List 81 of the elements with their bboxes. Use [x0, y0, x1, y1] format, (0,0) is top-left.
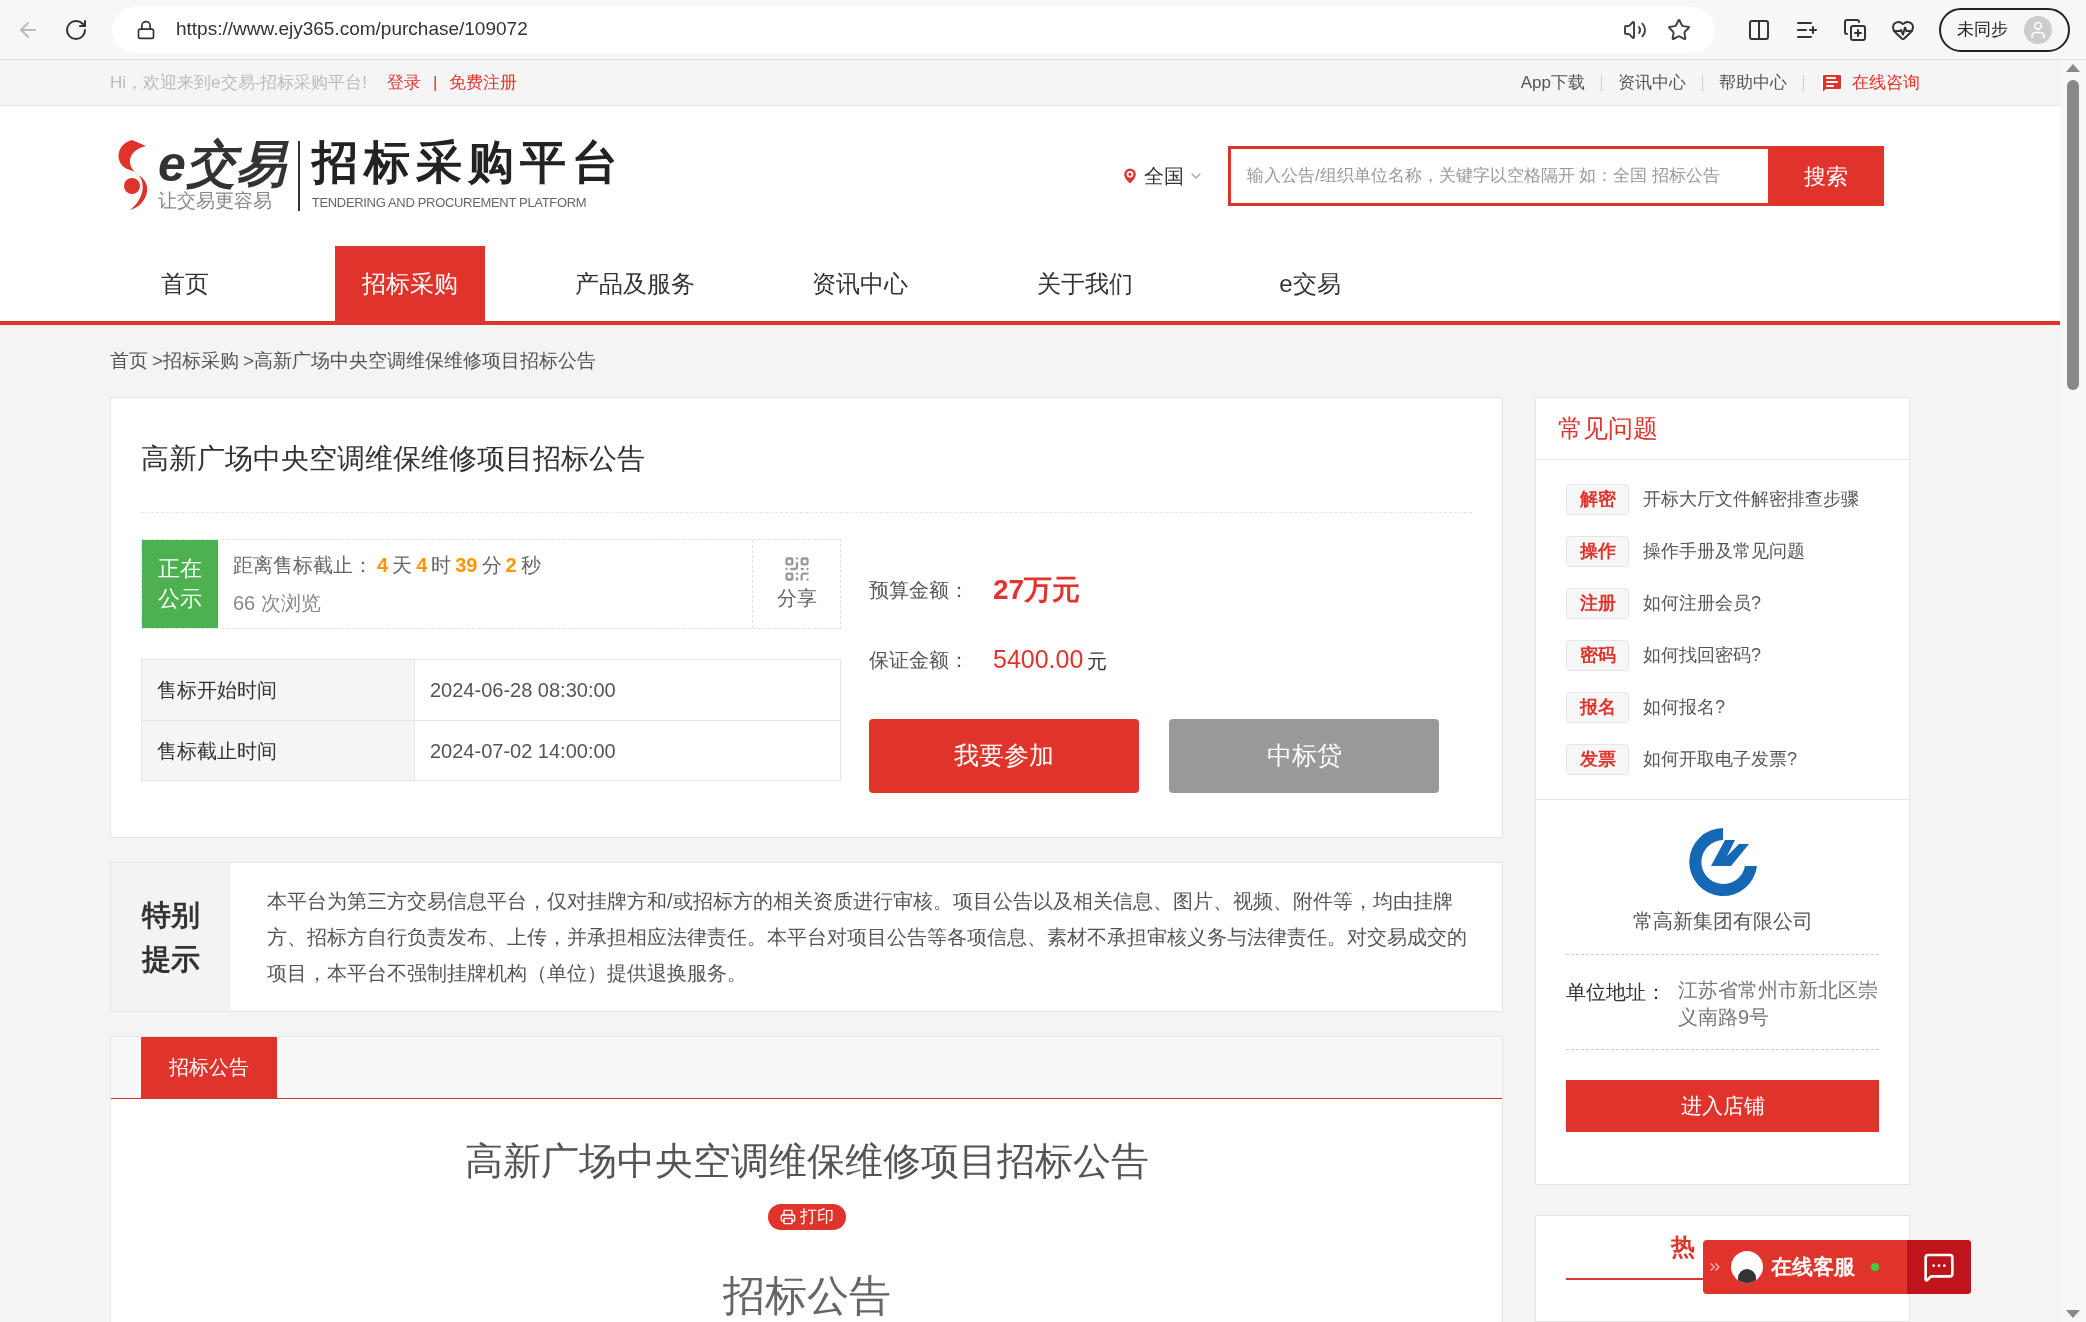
faq-link[interactable]: 如何报名? — [1643, 694, 1725, 721]
url-text: https://www.ejy365.com/purchase/109072 — [176, 17, 529, 42]
deposit-label: 保证金额： — [869, 647, 969, 673]
slogan-text: 让交易更容易 — [158, 190, 273, 213]
faq-tag: 报名 — [1566, 692, 1629, 723]
faq-tag: 发票 — [1566, 744, 1629, 775]
search-button[interactable]: 搜索 — [1768, 146, 1884, 206]
address-bar[interactable]: https://www.ejy365.com/purchase/109072 — [112, 6, 1715, 53]
faq-link[interactable]: 操作手册及常见问题 — [1643, 538, 1805, 565]
location-pin-icon — [1120, 166, 1140, 186]
faq-link[interactable]: 如何找回密码? — [1643, 642, 1761, 669]
share-button[interactable]: 分享 — [752, 540, 840, 628]
notice-title: 特别提示 — [111, 862, 231, 1011]
nav-tab[interactable]: 关于我们 — [1010, 246, 1160, 321]
register-link[interactable]: 免费注册 — [449, 69, 518, 96]
faq-tag: 操作 — [1566, 536, 1629, 567]
faq-link[interactable]: 如何注册会员? — [1643, 590, 1761, 617]
announcement-tab[interactable]: 招标公告 — [141, 1036, 277, 1098]
breadcrumb-link[interactable]: 首页 — [110, 346, 148, 376]
profile-button[interactable]: 未同步 — [1939, 7, 2070, 52]
enter-store-button[interactable]: 进入店铺 — [1566, 1080, 1879, 1132]
announcement-heading: 招标公告 — [722, 1270, 891, 1321]
qr-code-icon — [782, 555, 811, 583]
notice-text: 本平台为第三方交易信息平台，仅对挂牌方和/或招标方的相关资质进行审核。项目公告以及相关信息、图片、视频、附件等，均由挂牌方、招标方自行负责发布、上传，并承担相应法律责任。本平台对项目公告等各项信息、素材不承担审核义务与法律责任。对交易成交的项目，本平台不强制挂牌机构（单位）提供退换服务。 — [266, 888, 1468, 986]
table-cell-text: 2024-06-28 08:30:00 — [429, 678, 617, 703]
project-title: 高新广场中央空调维保维修项目招标公告 — [141, 398, 1472, 513]
views-text: 66 次浏览 — [233, 591, 322, 616]
chat-label: 在线客服 — [1771, 1254, 1855, 1281]
nav-tab[interactable]: e交易 — [1235, 246, 1385, 321]
breadcrumb-link[interactable]: >招标采购 — [152, 346, 240, 376]
company-name: 常高新集团有限公司 — [1566, 906, 1879, 955]
split-screen-icon[interactable] — [1747, 17, 1771, 42]
scroll-down-icon[interactable] — [2066, 1310, 2080, 1318]
avatar-icon — [2024, 15, 2052, 44]
nav-tab[interactable]: 产品及服务 — [560, 246, 710, 321]
printer-icon — [779, 1208, 796, 1225]
budget-value: 27万元 — [993, 573, 1081, 607]
collections-icon[interactable] — [1843, 17, 1867, 42]
top-link[interactable]: 资讯中心 — [1618, 69, 1686, 96]
announcement-title: 高新广场中央空调维保维修项目招标公告 — [464, 1138, 1149, 1184]
scrollbar-thumb[interactable] — [2067, 80, 2079, 390]
nav-tab[interactable]: 资讯中心 — [785, 246, 935, 321]
company-logo-icon — [1686, 826, 1759, 898]
top-link[interactable]: App下载 — [1520, 69, 1585, 96]
table-cell: 售标开始时间 — [142, 660, 415, 720]
faq-tag: 注册 — [1566, 588, 1629, 619]
print-button[interactable]: 打印 — [767, 1203, 846, 1230]
chat-icon — [1820, 70, 1844, 95]
separator-text: | — [432, 71, 438, 94]
search-field[interactable]: 输入公告/组织单位名称，关键字以空格隔开 如：全国 招标公告 — [1228, 146, 1768, 206]
faq-title: 常见问题 — [1536, 398, 1909, 460]
table-cell: 售标截止时间 — [142, 721, 415, 780]
nav-tab[interactable]: 招标采购 — [335, 246, 485, 321]
table-cell-text: 2024-07-02 14:00:00 — [429, 738, 617, 764]
faq-link[interactable]: 如何开取电子发票? — [1643, 746, 1797, 773]
star-icon[interactable] — [1667, 17, 1691, 42]
platform-title: 招标采购平台 — [311, 139, 624, 186]
status-badge: 正在公示 — [142, 540, 218, 628]
platform-subtitle: TENDERING AND PROCUREMENT PLATFORM — [311, 194, 588, 213]
address-text: 江苏省常州市新北区崇义南路9号 — [1678, 978, 1879, 1030]
address-label: 单位地址： — [1566, 980, 1666, 1005]
deposit-unit: 元 — [1087, 649, 1108, 674]
faq-link[interactable]: 开标大厅文件解密排查步骤 — [1643, 486, 1859, 513]
scroll-up-icon[interactable] — [2066, 64, 2080, 72]
budget-label: 预算金额： — [869, 578, 969, 603]
join-button[interactable]: 我要参加 — [869, 718, 1139, 793]
consult-link[interactable]: 在线咨询 — [1852, 69, 1920, 96]
agent-avatar-icon — [1731, 1251, 1763, 1283]
reload-icon[interactable] — [64, 17, 88, 42]
chat-widget[interactable]: 在线客服 — [1703, 1240, 1971, 1294]
deposit-value: 5400.00 — [993, 644, 1084, 675]
countdown-text: 距离售标截止： 4 天 4 时 39 分 2 秒 — [233, 553, 542, 578]
login-link[interactable]: 登录 — [386, 69, 421, 96]
faq-tag: 解密 — [1566, 484, 1629, 515]
faq-tag: 密码 — [1566, 640, 1629, 671]
lock-icon — [136, 19, 156, 40]
greeting-text: Hi，欢迎来到e交易-招标采购平台! — [110, 71, 367, 94]
breadcrumb-link[interactable]: >高新广场中央空调维保维修项目招标公告 — [243, 346, 597, 376]
top-link[interactable]: 帮助中心 — [1719, 69, 1787, 96]
nav-tab[interactable]: 首页 — [110, 246, 260, 321]
region-selector[interactable]: 全国 — [1120, 161, 1204, 191]
